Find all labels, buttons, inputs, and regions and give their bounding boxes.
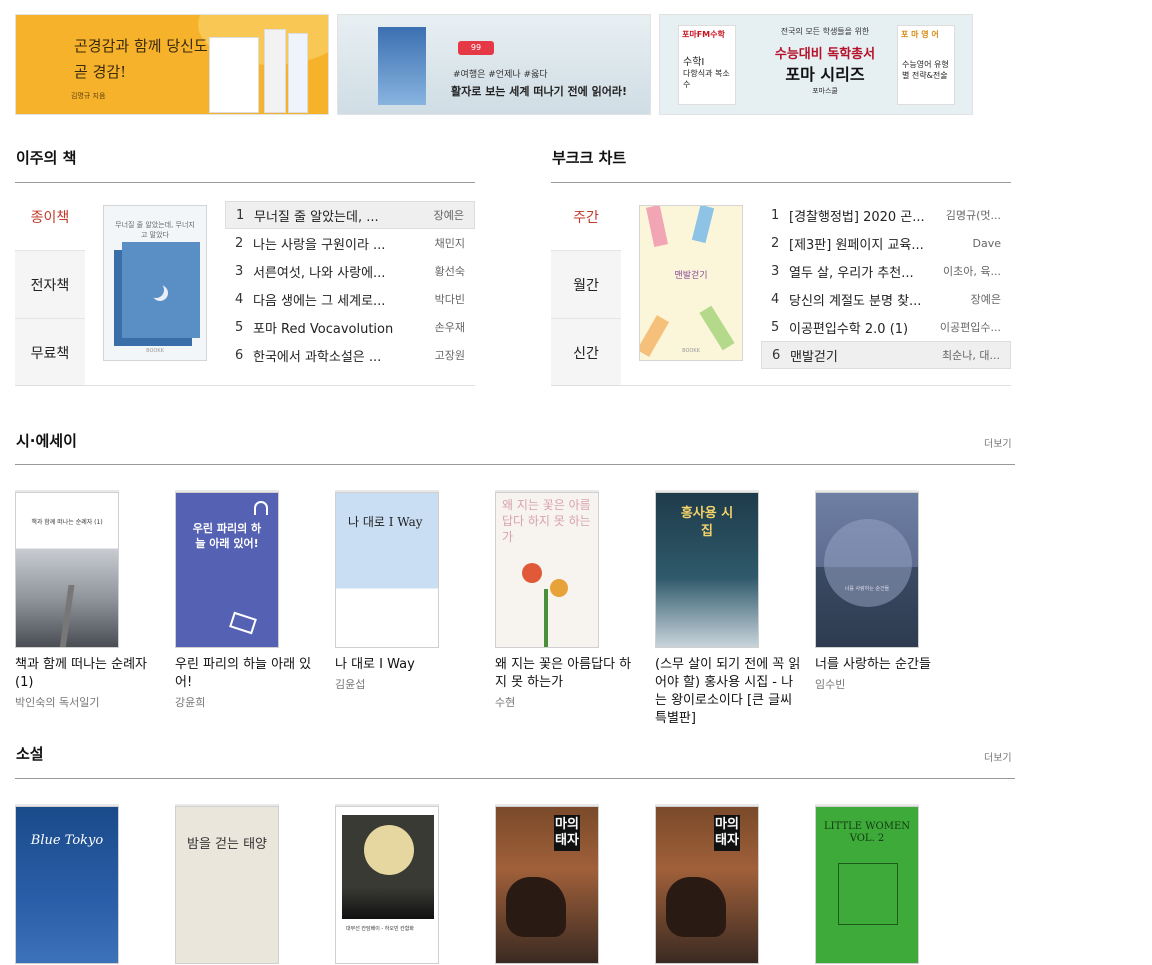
book-author: 임수빈	[815, 678, 846, 691]
book-cover[interactable]: 우린 파리의 하늘 아래 있어!	[175, 492, 279, 648]
list-item[interactable]: 2 [제3판] 원페이지 교육... Dave	[761, 229, 1011, 257]
divider	[15, 464, 1015, 465]
list-item[interactable]: 4 다음 생에는 그 세계로... 박다빈	[225, 285, 475, 313]
book-author: 박인숙의 독서일기	[15, 696, 100, 709]
book-card[interactable]: 책과 함께 떠나는 순례자 (1) 책과 함께 떠나는 순례자 (1) 박인숙의…	[15, 492, 165, 710]
banner-hashtags: #여행은 #언제나 #옳다	[453, 70, 548, 80]
banner-headline: 곤경감과 함께 당신도 곧 경감!	[74, 37, 208, 81]
novel-section-title: 소설	[16, 745, 44, 763]
list-item[interactable]: 6 맨발걷기 최순나, 대...	[761, 341, 1011, 369]
chart-featured-cover[interactable]: 맨발걷기 BOOKK	[639, 205, 743, 361]
book-cover[interactable]: 마의태자	[495, 806, 599, 964]
book-card[interactable]: 대부선 칸담배이 - 하오빈 칸함화	[335, 806, 485, 964]
book-cover[interactable]: 너를 사랑하는 순간들	[815, 492, 919, 648]
book-author: 강윤희	[175, 696, 206, 709]
divider	[551, 385, 1011, 386]
book-cover[interactable]: 마의태자	[655, 806, 759, 964]
weekly-section-title: 이주의 책	[16, 149, 77, 167]
weekly-tabs: 종이책 전자책 무료책	[15, 183, 85, 385]
book-card[interactable]: 밤을 걷는 태양	[175, 806, 325, 964]
book-title[interactable]: 나 대로 I Way	[335, 656, 483, 674]
book-cover[interactable]: 책과 함께 떠나는 순례자 (1)	[15, 492, 119, 648]
list-item[interactable]: 3 열두 살, 우리가 추천... 이초아, 육...	[761, 257, 1011, 285]
book-card[interactable]: 홍사용 시집 (스무 살이 되기 전에 꼭 읽어야 할) 홍사용 시집 - 나는…	[655, 492, 805, 728]
book-title[interactable]: 책과 함께 떠나는 순례자 (1)	[15, 656, 163, 692]
banner-line4: 포마스쿨	[812, 87, 838, 95]
book-card[interactable]: 우린 파리의 하늘 아래 있어! 우린 파리의 하늘 아래 있어! 강윤희	[175, 492, 325, 710]
book-cover[interactable]: 나 대로 I Way	[335, 492, 439, 648]
chart-section-title: 부크크 차트	[552, 149, 627, 167]
banner-catchphrase: 활자로 보는 세계 떠나기 전에 읽어라!	[451, 85, 627, 98]
tab-ebook[interactable]: 전자책	[15, 251, 85, 319]
tab-free-book[interactable]: 무료책	[15, 319, 85, 387]
book-title[interactable]: 너를 사랑하는 순간들	[815, 656, 963, 674]
book-author: 수현	[495, 696, 516, 709]
banner-row: 곤경감과 함께 당신도 곧 경감! 김명규 지음 99 #여행은 #언제나 #옳…	[15, 14, 973, 115]
book-author: 김윤섭	[335, 678, 366, 691]
banner-book-image	[209, 37, 259, 113]
book-cover[interactable]: 왜 지는 꽃은 아름답다 하지 못 하는가	[495, 492, 599, 648]
banner-book-image	[378, 27, 426, 105]
poetry-more-link[interactable]: 더보기	[984, 435, 1012, 450]
weekly-rank-list: 1 무너질 줄 알았는데, ... 장예은 2 나는 사랑을 구원이라 ... 채민지 …	[225, 201, 475, 369]
book-cover[interactable]: 밤을 걷는 태양	[175, 806, 279, 964]
chart-rank-list: 1 [경찰행정법] 2020 곤... 김명규(멋... 2 [제3판] 원페이지 교…	[761, 201, 1011, 369]
novel-more-link[interactable]: 더보기	[984, 749, 1012, 764]
weekly-featured-cover[interactable]: 무너질 줄 알았는데, 무너지고 말았다 BOOKK	[103, 205, 207, 361]
moon-icon	[148, 282, 164, 298]
book-card[interactable]: Blue Tokyo	[15, 806, 165, 964]
banner-book-image	[264, 29, 286, 113]
poetry-section-title: 시·에세이	[16, 432, 77, 450]
tab-monthly[interactable]: 월간	[551, 251, 621, 319]
banner-author: 김명규 지음	[71, 92, 106, 100]
book-cover[interactable]: 대부선 칸담배이 - 하오빈 칸함화	[335, 806, 439, 964]
list-item[interactable]: 1 무너질 줄 알았는데, ... 장예은	[225, 201, 475, 229]
moon-icon	[364, 825, 414, 875]
book-card[interactable]: 너를 사랑하는 순간들 너를 사랑하는 순간들 임수빈	[815, 492, 965, 692]
divider	[15, 778, 1015, 779]
banner-travel[interactable]: 99 #여행은 #언제나 #옳다 활자로 보는 세계 떠나기 전에 읽어라!	[337, 14, 651, 115]
book-card[interactable]: LITTLE WOMEN VOL. 2	[815, 806, 965, 964]
book-card[interactable]: 마의태자	[495, 806, 645, 964]
banner-poma-series[interactable]: 포마FM수학 수학Ⅰ 다항식과 복소수 전국의 모든 학생들을 위한 수능대비 …	[659, 14, 973, 115]
banner-book-image: 포마FM수학 수학Ⅰ 다항식과 복소수	[678, 25, 736, 105]
banner-line2: 수능대비 독학총서	[774, 47, 876, 62]
tab-paper-book[interactable]: 종이책	[15, 183, 85, 251]
chart-tabs: 주간 월간 신간	[551, 183, 621, 385]
banner-line1: 전국의 모든 학생들을 위한	[780, 27, 870, 36]
heart-icon: 99	[458, 41, 494, 55]
book-cover[interactable]: LITTLE WOMEN VOL. 2	[815, 806, 919, 964]
list-item[interactable]: 5 포마 Red Vocavolution 손우재	[225, 313, 475, 341]
book-title[interactable]: 우린 파리의 하늘 아래 있어!	[175, 656, 323, 692]
banner-gonkyeonggam[interactable]: 곤경감과 함께 당신도 곧 경감! 김명규 지음	[15, 14, 329, 115]
book-card[interactable]: 나 대로 I Way 나 대로 I Way 김윤섭	[335, 492, 485, 692]
banner-book-image: 포 마 영 어 수능영어 유형별 전략&전술	[897, 25, 955, 105]
list-item[interactable]: 1 [경찰행정법] 2020 곤... 김명규(멋...	[761, 201, 1011, 229]
banner-book-image	[288, 33, 308, 113]
envelope-icon	[229, 611, 257, 635]
book-title[interactable]: (스무 살이 되기 전에 꼭 읽어야 할) 홍사용 시집 - 나는 왕이로소이다…	[655, 656, 803, 728]
list-item[interactable]: 6 한국에서 과학소설은 ... 고장원	[225, 341, 475, 369]
tab-new[interactable]: 신간	[551, 319, 621, 387]
banner-line3: 포마 시리즈	[785, 65, 865, 84]
list-item[interactable]: 2 나는 사랑을 구원이라 ... 채민지	[225, 229, 475, 257]
book-cover[interactable]: Blue Tokyo	[15, 806, 119, 964]
divider	[15, 385, 475, 386]
list-item[interactable]: 5 이공편입수학 2.0 (1) 이공편입수...	[761, 313, 1011, 341]
book-card[interactable]: 왜 지는 꽃은 아름답다 하지 못 하는가 왜 지는 꽃은 아름답다 하지 못 …	[495, 492, 645, 710]
book-title[interactable]: 왜 지는 꽃은 아름답다 하지 못 하는가	[495, 656, 643, 692]
list-item[interactable]: 3 서른여섯, 나와 사랑에... 황선숙	[225, 257, 475, 285]
list-item[interactable]: 4 당신의 계절도 분명 찾... 장예은	[761, 285, 1011, 313]
book-cover[interactable]: 홍사용 시집	[655, 492, 759, 648]
book-card[interactable]: 마의태자	[655, 806, 805, 964]
wifi-icon	[254, 501, 268, 515]
tab-weekly[interactable]: 주간	[551, 183, 621, 251]
